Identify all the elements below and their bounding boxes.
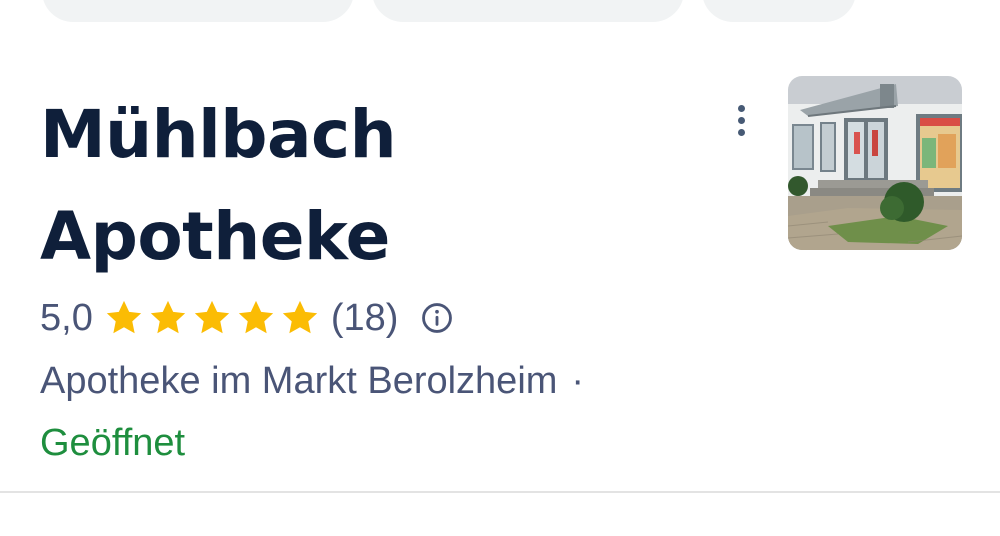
open-status: Geöffnet (40, 422, 186, 464)
more-options-button[interactable] (726, 98, 756, 142)
rating-row: 5,0 (18) (40, 290, 454, 346)
divider (0, 491, 1000, 493)
star-rating (103, 297, 321, 339)
star-icon (235, 297, 277, 339)
more-vert-icon (737, 104, 745, 112)
separator-dot: · (571, 360, 585, 402)
place-category: Apotheke im Markt Berolzheim (40, 360, 558, 402)
review-count-link[interactable]: (18) (331, 297, 399, 340)
action-chip[interactable] (702, 0, 856, 22)
category-row: Apotheke im Markt Berolzheim · (40, 352, 584, 410)
action-chip[interactable] (42, 0, 354, 22)
more-vert-icon-dot (737, 116, 745, 124)
place-card: Mühlbach Apotheke 5,0 (18) Apotheke im M… (0, 0, 1000, 536)
star-icon (191, 297, 233, 339)
more-vert-icon-dot (737, 128, 745, 136)
rating-value: 5,0 (40, 296, 93, 339)
place-title-line-1: Mühlbach (40, 96, 397, 173)
place-title[interactable]: Mühlbach Apotheke (40, 84, 600, 288)
info-icon[interactable] (420, 301, 454, 335)
place-photo[interactable] (788, 76, 962, 250)
star-icon (103, 297, 145, 339)
star-icon (147, 297, 189, 339)
action-chip[interactable] (372, 0, 684, 22)
star-icon (279, 297, 321, 339)
place-title-line-2: Apotheke (40, 198, 390, 275)
storefront-image (788, 76, 962, 250)
